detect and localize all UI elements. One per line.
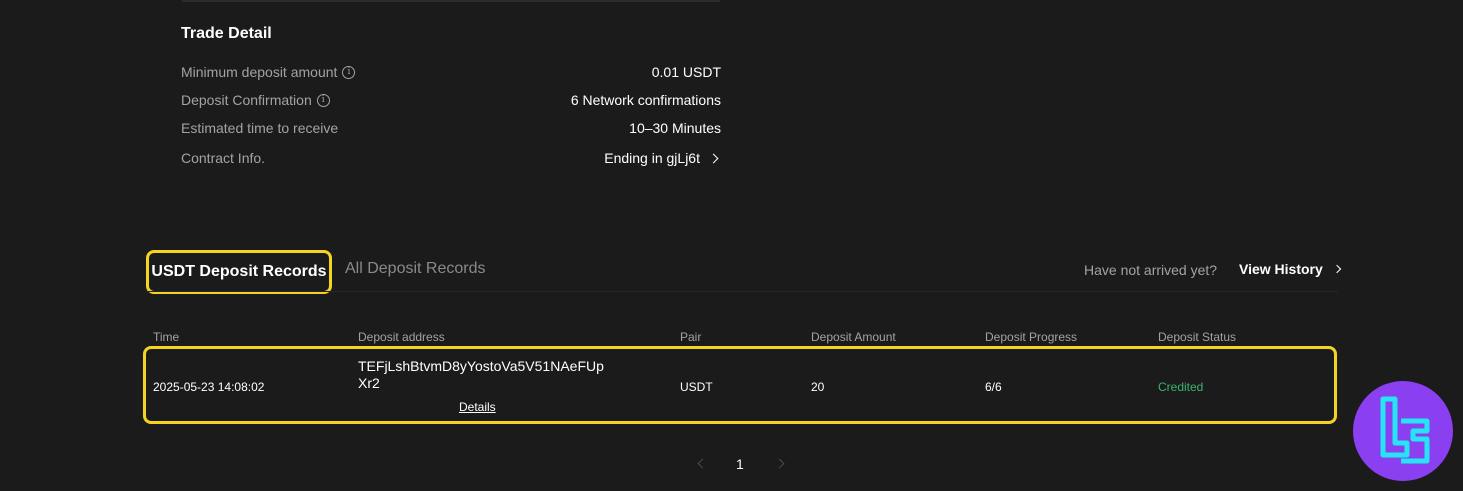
tab-all-deposit-records[interactable]: All Deposit Records [345,260,486,278]
detail-row-contract-info: Contract Info. Ending in gjLj6t [181,148,721,168]
confirmation-value: 6 Network confirmations [570,92,721,108]
min-deposit-label: Minimum deposit amount [181,64,338,80]
record-address: TEFjLshBtvmD8yYostoVa5V51NAeFUpXr2 [358,358,604,391]
status-badge: Credited [1158,380,1204,394]
info-icon[interactable]: i [342,65,356,79]
chevron-right-icon[interactable] [1332,264,1342,274]
chevron-left-icon[interactable] [697,458,708,469]
column-header-time: Time [153,330,180,344]
min-deposit-value: 0.01 USDT [651,64,721,80]
view-history-label[interactable]: View History [1239,261,1323,277]
tabs-divider [146,291,1338,292]
not-arrived-text: Have not arrived yet? [1084,262,1218,278]
column-header-address: Deposit address [358,330,445,344]
confirmation-label: Deposit Confirmation [181,92,312,108]
info-icon[interactable]: i [316,93,330,107]
record-pair: USDT [680,380,713,394]
tradingfinder-logo [1353,381,1453,481]
column-header-status: Deposit Status [1158,330,1237,344]
top-divider [182,0,720,2]
record-time: 2025-05-23 14:08:02 [153,380,265,394]
column-header-amount: Deposit Amount [811,330,896,344]
trade-detail-title: Trade Detail [181,25,272,42]
column-header-pair: Pair [680,330,702,344]
contract-info-value[interactable]: Ending in gjLj6t [604,150,700,166]
chevron-right-icon[interactable] [774,458,785,469]
estimated-time-value: 10–30 Minutes [629,120,721,136]
estimated-time-label: Estimated time to receive [181,120,339,136]
logo-mark-icon [1380,396,1430,464]
view-history-link[interactable]: View History [1239,261,1344,277]
column-header-progress: Deposit Progress [985,330,1078,344]
page-number[interactable]: 1 [736,456,744,472]
contract-info-link[interactable]: Ending in gjLj6t [604,150,721,166]
tab-usdt-deposit-records[interactable]: USDT Deposit Records [146,250,332,294]
detail-row-min-deposit: Minimum deposit amount i 0.01 USDT [181,62,721,82]
details-link[interactable]: Details [459,400,496,414]
detail-row-confirmation: Deposit Confirmation i 6 Network confirm… [181,90,721,110]
contract-info-label: Contract Info. [181,150,266,166]
chevron-right-icon[interactable] [708,153,719,163]
deposit-page: Trade Detail Minimum deposit amount i 0.… [0,0,1463,491]
record-progress: 6/6 [985,380,1002,394]
detail-row-estimated-time: Estimated time to receive 10–30 Minutes [181,118,721,138]
record-amount: 20 [811,380,825,394]
